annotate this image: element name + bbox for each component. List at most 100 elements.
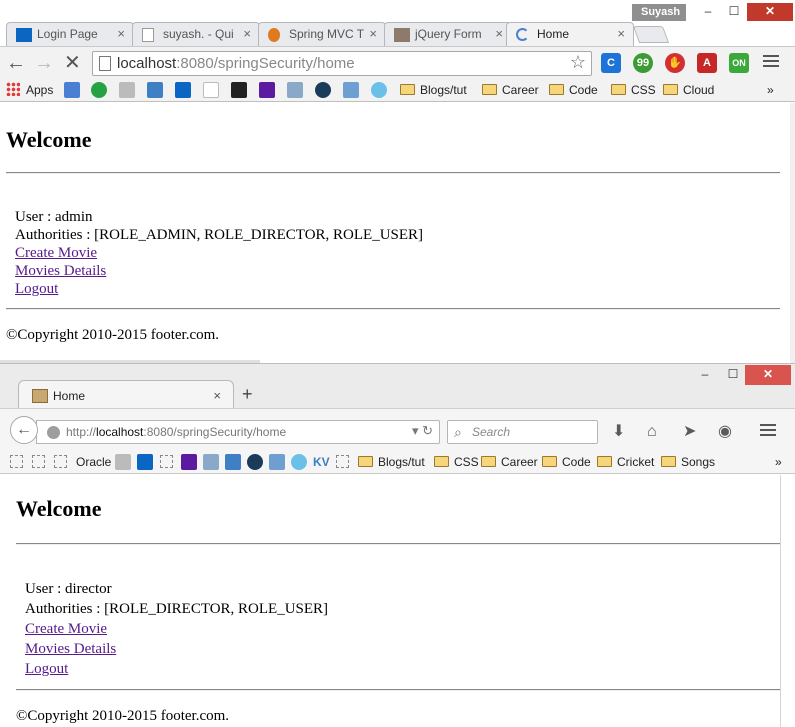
tab-close-icon[interactable]: × <box>495 23 503 45</box>
bookmark-folder-code[interactable]: Code <box>549 82 598 99</box>
tab-close-icon[interactable]: × <box>117 23 125 45</box>
history-icon[interactable]: ◉ <box>718 424 732 440</box>
scrollbar[interactable] <box>790 103 795 363</box>
address-bar[interactable]: http://localhost:8080/springSecurity/hom… <box>36 420 440 444</box>
movies-details-link[interactable]: Movies Details <box>25 641 116 657</box>
divider <box>16 689 780 691</box>
search-input[interactable]: ⌕ Search <box>447 420 598 444</box>
bookmark-kv[interactable]: KV <box>313 454 330 471</box>
placeholder-icon[interactable] <box>10 455 23 468</box>
toggle-on-icon[interactable]: ON <box>729 53 749 73</box>
di-icon[interactable] <box>231 82 247 98</box>
z-icon[interactable] <box>291 454 307 470</box>
address-bar[interactable]: localhost:8080/springSecurity/home ☆ <box>92 51 592 76</box>
new-tab-button[interactable]: + <box>242 384 253 405</box>
bookmark-folder-career[interactable]: Career <box>482 82 539 99</box>
edx-icon[interactable] <box>203 82 219 98</box>
create-movie-link[interactable]: Create Movie <box>25 621 107 637</box>
translate-icon[interactable] <box>225 454 241 470</box>
stop-icon[interactable]: ✕ <box>64 53 81 73</box>
close-button[interactable]: ✕ <box>747 3 793 21</box>
placeholder-icon[interactable] <box>54 455 67 468</box>
send-icon[interactable]: ➤ <box>683 424 696 440</box>
forward-arrow-icon[interactable]: → <box>34 53 54 73</box>
hangouts-icon[interactable]: 99 <box>633 53 653 73</box>
tab-close-icon[interactable]: × <box>243 23 251 45</box>
maximize-button[interactable]: ☐ <box>718 365 748 385</box>
tab-close-icon[interactable]: × <box>617 23 625 45</box>
back-arrow-icon[interactable]: ← <box>6 53 26 73</box>
linkedin-icon[interactable] <box>175 82 191 98</box>
folder-icon <box>611 84 626 95</box>
page-favicon <box>32 389 48 403</box>
circle-icon[interactable] <box>315 82 331 98</box>
pdf-icon[interactable]: A <box>697 53 717 73</box>
bookmark-folder-code[interactable]: Code <box>542 454 591 471</box>
tab-spring-mvc[interactable]: Spring MVC T × <box>258 22 386 46</box>
url-text[interactable]: http://localhost:8080/springSecurity/hom… <box>66 425 286 439</box>
adblock-icon[interactable]: ✋ <box>665 53 685 73</box>
whatsapp-icon[interactable] <box>91 82 107 98</box>
placeholder-icon[interactable] <box>32 455 45 468</box>
logout-link[interactable]: Logout <box>25 661 68 677</box>
menu-icon[interactable] <box>763 55 779 70</box>
tab-label: Login Page <box>37 27 98 41</box>
divider <box>6 172 780 174</box>
bookmark-folder-blogs[interactable]: Blogs/tut <box>358 454 425 471</box>
circle-icon[interactable] <box>247 454 263 470</box>
dots-icon[interactable] <box>287 82 303 98</box>
home-icon[interactable]: ⌂ <box>647 424 657 440</box>
tab-jquery-form[interactable]: jQuery Form × <box>384 22 512 46</box>
create-movie-link[interactable]: Create Movie <box>15 245 97 261</box>
bookmark-folder-css[interactable]: CSS <box>611 82 656 99</box>
extension-c-icon[interactable]: C <box>601 53 621 73</box>
movies-details-link[interactable]: Movies Details <box>15 263 106 279</box>
maximize-button[interactable]: ☐ <box>721 3 747 21</box>
yahoo-icon[interactable] <box>181 454 197 470</box>
folder-icon <box>481 456 496 467</box>
download-icon[interactable]: ⬇ <box>612 424 625 440</box>
logout-link[interactable]: Logout <box>15 281 58 297</box>
bookmarks-overflow-button[interactable]: » <box>775 454 782 471</box>
tab-quora[interactable]: suyash. - Qui × <box>132 22 260 46</box>
menu-icon[interactable] <box>760 424 776 439</box>
window-icon[interactable] <box>269 454 285 470</box>
bookmarks-overflow-button[interactable]: » <box>767 82 774 99</box>
tab-login-page[interactable]: Login Page × <box>6 22 134 46</box>
new-tab-button[interactable] <box>632 26 670 43</box>
dots-icon[interactable] <box>203 454 219 470</box>
bookmark-folder-songs[interactable]: Songs <box>661 454 715 471</box>
bookmark-folder-cricket[interactable]: Cricket <box>597 454 654 471</box>
window-icon[interactable] <box>343 82 359 98</box>
avatar-icon[interactable] <box>115 454 131 470</box>
placeholder-icon[interactable] <box>336 455 349 468</box>
tab-close-icon[interactable]: × <box>369 23 377 45</box>
authorities-label: Authorities : [ROLE_DIRECTOR, ROLE_USER] <box>25 601 329 617</box>
avatar-icon[interactable] <box>119 82 135 98</box>
bookmark-oracle[interactable]: Oracle <box>76 454 111 471</box>
z-icon[interactable] <box>371 82 387 98</box>
minimize-button[interactable]: – <box>690 365 720 385</box>
profile-badge[interactable]: Suyash <box>632 4 686 21</box>
linkedin-icon[interactable] <box>137 454 153 470</box>
folder-icon <box>542 456 557 467</box>
tab-home[interactable]: Home × <box>506 22 634 47</box>
translate-icon[interactable] <box>147 82 163 98</box>
placeholder-icon[interactable] <box>160 455 173 468</box>
yahoo-icon[interactable] <box>259 82 275 98</box>
google-icon[interactable] <box>64 82 80 98</box>
back-arrow-icon[interactable]: ← <box>10 416 38 444</box>
bookmark-star-icon[interactable]: ☆ <box>570 52 586 73</box>
bookmark-folder-css[interactable]: CSS <box>434 454 479 471</box>
bookmark-folder-cloud[interactable]: Cloud <box>663 82 714 99</box>
tab-home[interactable]: Home × <box>18 380 234 410</box>
folder-icon <box>597 456 612 467</box>
close-button[interactable]: ✕ <box>745 365 791 385</box>
url-text[interactable]: localhost:8080/springSecurity/home <box>117 54 355 74</box>
bookmark-folder-blogs[interactable]: Blogs/tut <box>400 82 467 99</box>
apps-shortcut[interactable]: Apps <box>6 82 53 99</box>
minimize-button[interactable]: – <box>695 3 721 21</box>
tab-close-icon[interactable]: × <box>213 381 221 411</box>
reload-icon[interactable]: ▾ ↻ <box>412 423 433 439</box>
bookmark-folder-career[interactable]: Career <box>481 454 538 471</box>
